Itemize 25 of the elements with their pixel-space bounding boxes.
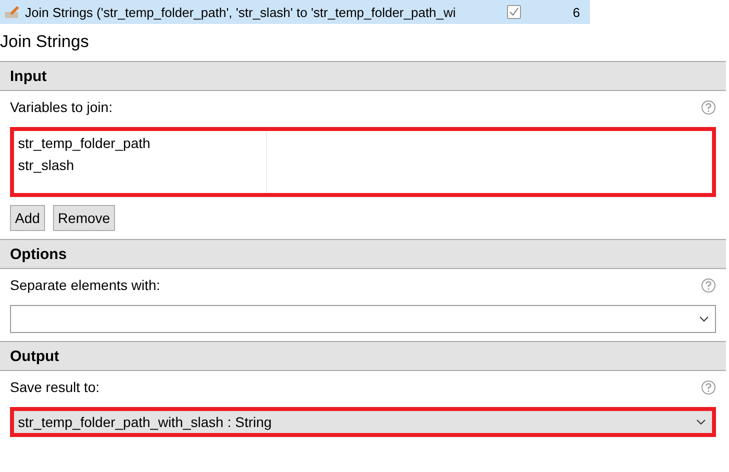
text-edit-icon bbox=[4, 5, 20, 19]
page-title: Join Strings bbox=[0, 31, 90, 53]
help-icon[interactable] bbox=[701, 100, 716, 114]
list-button[interactable]: Add bbox=[10, 205, 45, 231]
dropdown-field[interactable] bbox=[10, 305, 716, 333]
dropdown-field[interactable]: str_temp_folder_path_with_slash : String bbox=[10, 407, 716, 437]
list-item[interactable]: str_slash bbox=[18, 157, 266, 173]
help-icon[interactable] bbox=[701, 380, 716, 394]
dropdown-value: str_temp_folder_path_with_slash : String bbox=[18, 414, 272, 430]
field-label: Separate elements with: bbox=[10, 277, 160, 293]
caret-icon bbox=[699, 316, 709, 322]
field-label: Save result to: bbox=[10, 379, 100, 395]
step-label: Join Strings ('str_temp_folder_path', 'str_slash' to 'str_temp_folder_path_wi bbox=[25, 4, 456, 20]
list-item[interactable]: str_temp_folder_path bbox=[18, 135, 266, 151]
variables-list[interactable]: str_temp_folder_path str_slash bbox=[10, 127, 716, 197]
section-header: Input bbox=[0, 61, 726, 91]
step-checkbox[interactable] bbox=[507, 5, 522, 19]
caret-icon bbox=[696, 419, 706, 425]
step-number: 6 bbox=[572, 4, 580, 20]
section-header: Output bbox=[0, 341, 726, 371]
list-button[interactable]: Remove bbox=[52, 205, 116, 231]
help-icon[interactable] bbox=[701, 278, 716, 292]
field-label: Variables to join: bbox=[10, 99, 112, 115]
section-header: Options bbox=[0, 239, 726, 269]
step-row[interactable]: Join Strings ('str_temp_folder_path', 'str_slash' to 'str_temp_folder_path_wi 6 bbox=[0, 0, 590, 24]
